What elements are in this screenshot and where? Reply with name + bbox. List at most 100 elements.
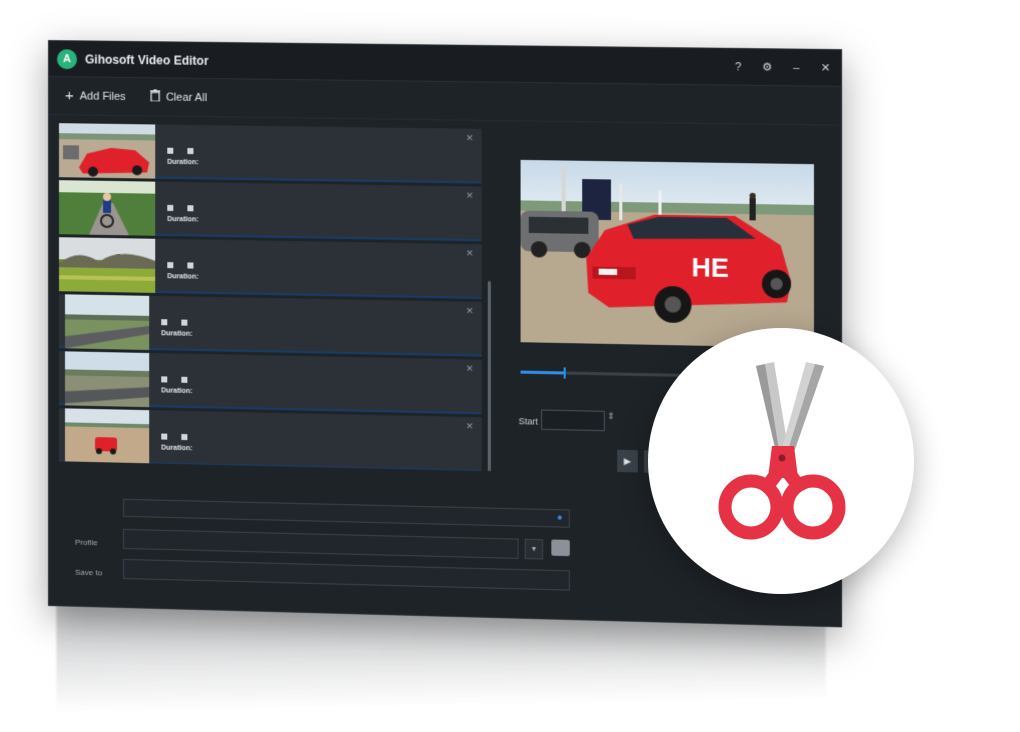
audio-info: [181, 319, 191, 326]
window-controls: ? ⚙ – ✕: [731, 60, 833, 75]
video-info: [161, 376, 171, 383]
file-duration: Duration:: [161, 330, 481, 343]
file-row[interactable]: Duration: ✕: [58, 351, 482, 415]
file-list: Duration: ✕ Duration: ✕ Duration: ✕ Duration: ✕…: [58, 123, 482, 471]
video-icon: [161, 433, 168, 440]
search-icon[interactable]: ●: [557, 512, 563, 522]
file-row[interactable]: Duration: ✕: [58, 123, 482, 184]
start-time-input[interactable]: [541, 409, 605, 432]
remove-file-icon[interactable]: ✕: [466, 421, 474, 432]
file-thumbnail[interactable]: [64, 351, 150, 408]
duration-label: Duration:: [161, 330, 193, 338]
play-button[interactable]: ▶: [617, 449, 638, 473]
audio-icon: [181, 376, 188, 383]
saveto-label: Save to: [74, 567, 103, 578]
stage: A Gihosoft Video Editor ? ⚙ – ✕ + Add Fi…: [0, 0, 1020, 732]
file-row[interactable]: Duration: ✕: [58, 180, 482, 242]
file-duration: Duration:: [161, 445, 481, 459]
file-row[interactable]: Duration: ✕: [58, 408, 482, 471]
remove-file-icon[interactable]: ✕: [466, 133, 474, 144]
add-files-label: Add Files: [79, 89, 126, 103]
video-icon: [161, 376, 168, 383]
file-meta: Duration:: [149, 296, 481, 355]
settings-icon[interactable]: ⚙: [760, 60, 775, 73]
file-name: [167, 131, 481, 148]
file-thumbnail[interactable]: [64, 408, 150, 465]
video-icon: [167, 262, 174, 269]
audio-info: [181, 376, 191, 383]
duration-label: Duration:: [167, 273, 199, 281]
plus-icon: +: [64, 87, 74, 105]
start-time-stepper-icon[interactable]: ⇕: [607, 411, 615, 422]
audio-icon: [187, 262, 194, 269]
file-row[interactable]: Duration: ✕: [58, 294, 482, 357]
profile-field[interactable]: [123, 528, 519, 559]
file-info-line: [167, 204, 481, 216]
duration-label: Duration:: [167, 158, 199, 167]
start-label: Start: [518, 416, 539, 427]
duration-label: Duration:: [167, 215, 199, 224]
svg-text:HE: HE: [692, 252, 729, 283]
folder-icon[interactable]: [551, 539, 570, 557]
file-meta: Duration:: [155, 124, 481, 181]
preview-frame: HE: [520, 159, 814, 348]
remove-file-icon[interactable]: ✕: [466, 363, 474, 374]
file-meta: Duration:: [149, 353, 481, 412]
clear-all-label: Clear All: [165, 91, 208, 104]
video-info: [167, 204, 177, 212]
timeline-progress: [520, 370, 565, 375]
audio-info: [181, 433, 191, 441]
file-thumbnail[interactable]: [58, 237, 155, 293]
file-info-line: [167, 262, 481, 274]
audio-icon: [187, 148, 194, 155]
video-icon: [161, 319, 168, 326]
remove-file-icon[interactable]: ✕: [466, 248, 474, 259]
profile-dropdown-button[interactable]: ▾: [524, 538, 544, 560]
video-icon: [167, 147, 174, 154]
search-input[interactable]: ●: [123, 498, 570, 528]
audio-icon: [181, 319, 188, 326]
file-duration: Duration:: [167, 159, 481, 171]
duration-label: Duration:: [161, 387, 193, 396]
video-info: [167, 147, 177, 154]
minimize-icon[interactable]: –: [789, 61, 804, 73]
file-thumbnail[interactable]: [58, 180, 155, 236]
file-info-line: [161, 319, 481, 331]
clear-all-button[interactable]: Clear All: [149, 88, 208, 106]
video-info: [161, 319, 171, 326]
remove-file-icon[interactable]: ✕: [466, 190, 474, 201]
app-title: Gihosoft Video Editor: [85, 51, 209, 68]
audio-icon: [181, 433, 188, 441]
profile-label: Profile: [74, 537, 98, 548]
file-duration: Duration:: [161, 387, 481, 401]
file-meta: Duration:: [149, 410, 481, 470]
file-thumbnail[interactable]: [58, 123, 155, 179]
audio-info: [187, 262, 197, 269]
add-files-button[interactable]: + Add Files: [65, 87, 126, 105]
file-name: [167, 245, 481, 262]
timeline-handle[interactable]: [563, 367, 566, 379]
video-info: [161, 433, 171, 440]
file-info-line: [167, 147, 481, 159]
file-name: [161, 416, 481, 435]
saveto-path-field[interactable]: [123, 558, 570, 591]
file-row[interactable]: Duration: ✕: [58, 237, 482, 299]
audio-info: [187, 148, 197, 155]
play-icon: ▶: [623, 455, 632, 466]
help-icon[interactable]: ?: [731, 61, 746, 73]
video-preview[interactable]: HE: [520, 159, 814, 348]
file-duration: Duration:: [167, 216, 481, 228]
file-list-scrollbar[interactable]: [487, 280, 491, 472]
file-meta: Duration:: [155, 239, 481, 297]
remove-file-icon[interactable]: ✕: [466, 306, 474, 317]
file-thumbnail[interactable]: [64, 294, 149, 350]
scissors-badge: [648, 328, 914, 594]
close-icon[interactable]: ✕: [818, 61, 833, 74]
file-duration: Duration:: [167, 273, 481, 286]
file-name: [167, 188, 481, 205]
video-icon: [167, 204, 174, 212]
trash-icon: [149, 88, 160, 105]
video-info: [167, 262, 177, 269]
scissors-icon: [718, 362, 846, 540]
file-meta: Duration:: [155, 182, 481, 240]
